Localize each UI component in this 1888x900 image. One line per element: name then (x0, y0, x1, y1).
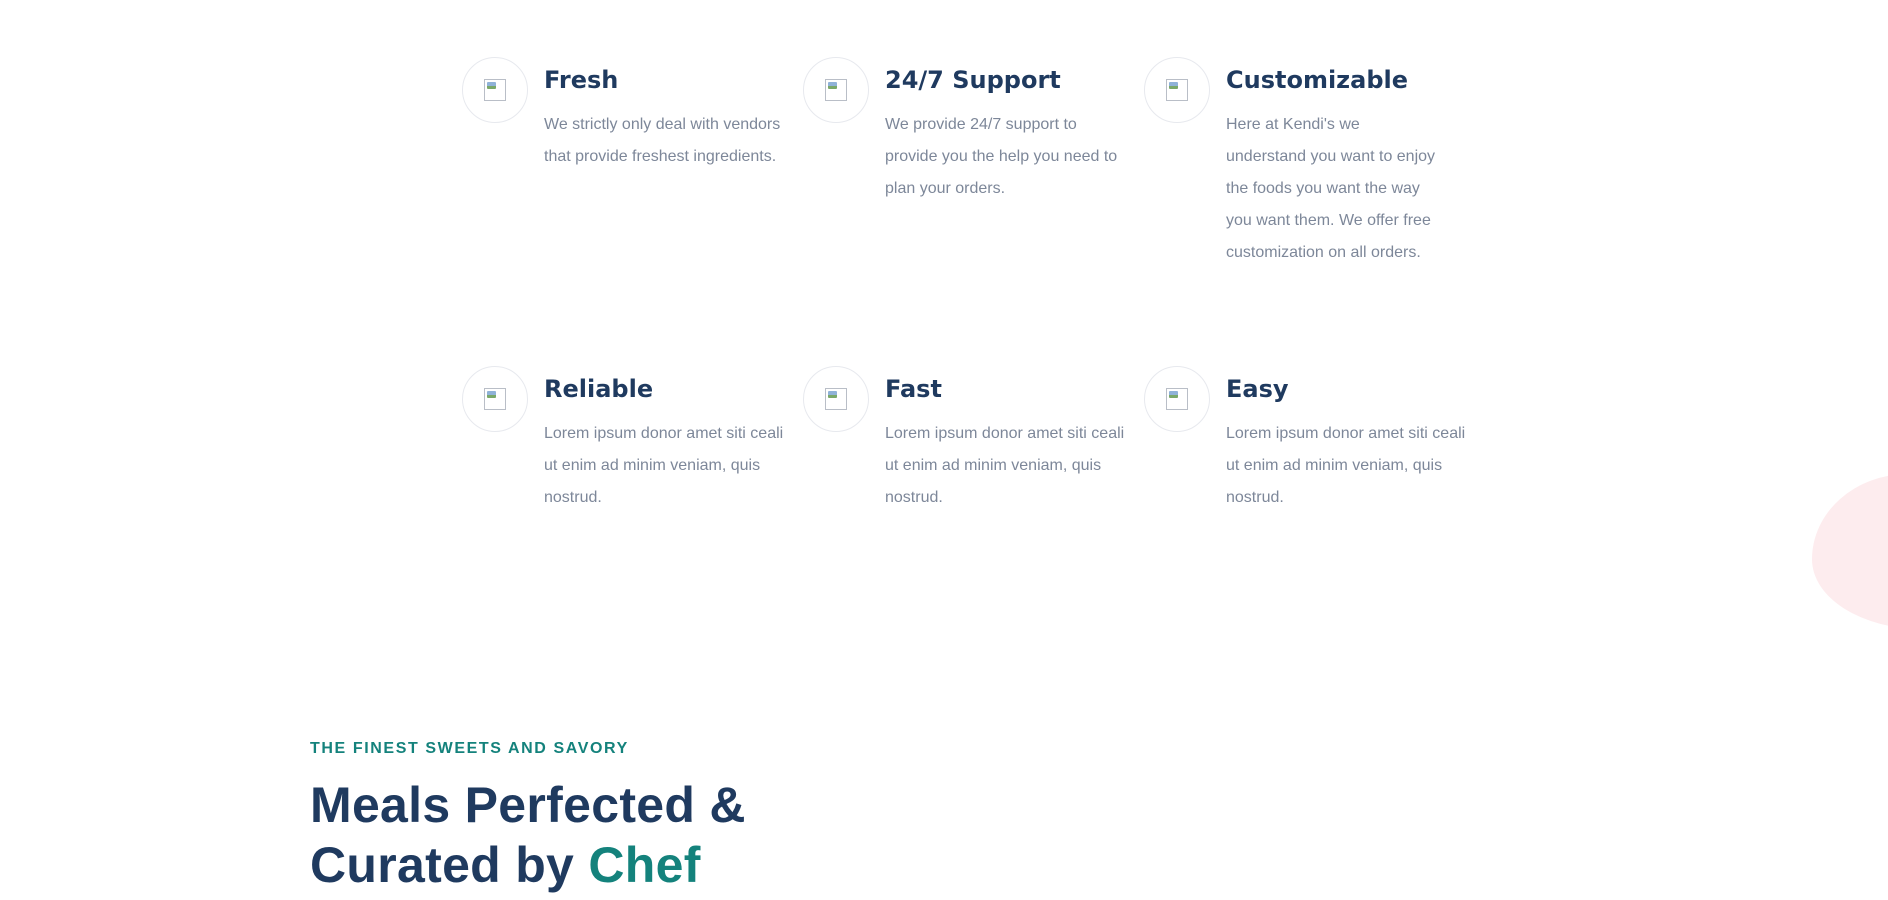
section-eyebrow: THE FINEST SWEETS AND SAVORY (310, 740, 629, 757)
feature-icon-circle (462, 366, 528, 432)
image-placeholder-icon (825, 79, 847, 101)
image-placeholder-icon (484, 388, 506, 410)
feature-description: Lorem ipsum donor amet siti ceali ut eni… (544, 425, 784, 506)
feature-title: Fresh (544, 66, 619, 94)
feature-icon-circle (803, 366, 869, 432)
image-placeholder-icon (825, 388, 847, 410)
feature-icon-circle (462, 57, 528, 123)
feature-title: Customizable (1226, 66, 1409, 94)
image-placeholder-icon (1166, 79, 1188, 101)
section-headline: Meals Perfected & Curated by Chef (310, 775, 746, 895)
feature-title: Reliable (544, 375, 654, 403)
feature-description: Here at Kendi's we understand you want t… (1226, 116, 1436, 261)
feature-title: Easy (1226, 375, 1289, 403)
feature-description: Lorem ipsum donor amet siti ceali ut eni… (1226, 425, 1466, 506)
headline-line-1: Meals Perfected & (310, 777, 746, 833)
feature-icon-circle (803, 57, 869, 123)
feature-description: We strictly only deal with vendors that … (544, 116, 781, 165)
feature-title: 24/7 Support (885, 66, 1061, 94)
feature-description: We provide 24/7 support to provide you t… (885, 116, 1118, 197)
image-placeholder-icon (484, 79, 506, 101)
image-placeholder-icon (1166, 388, 1188, 410)
headline-line-2: Curated by (310, 837, 589, 893)
decorative-blob (1812, 474, 1888, 629)
feature-title: Fast (885, 375, 942, 403)
feature-icon-circle (1144, 366, 1210, 432)
page: Fresh We strictly only deal with vendors… (0, 0, 1888, 900)
feature-icon-circle (1144, 57, 1210, 123)
headline-accent: Chef (588, 837, 701, 893)
feature-description: Lorem ipsum donor amet siti ceali ut eni… (885, 425, 1125, 506)
